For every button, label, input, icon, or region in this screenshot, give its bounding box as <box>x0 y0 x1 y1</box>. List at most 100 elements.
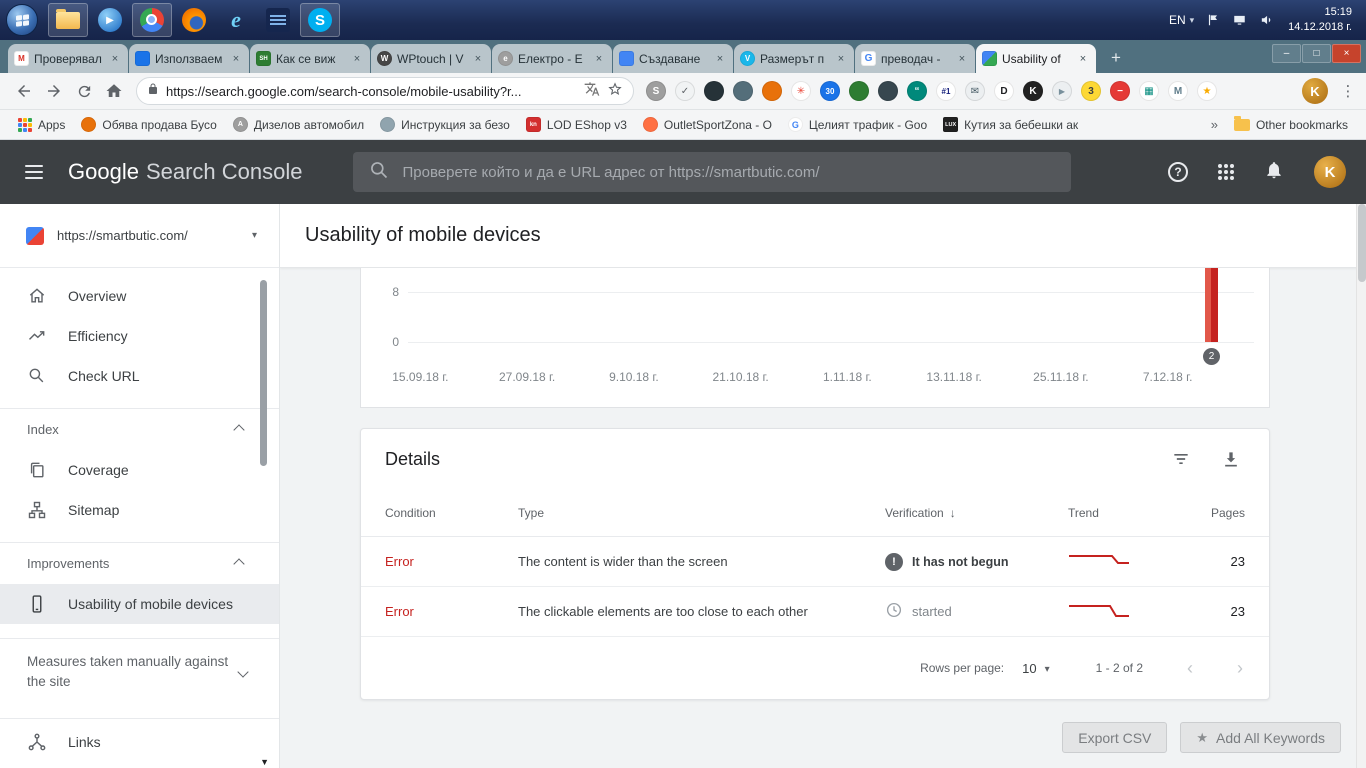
forward-button[interactable] <box>40 77 68 105</box>
tab-close-icon[interactable] <box>108 52 122 66</box>
export-csv-button[interactable]: Export CSV <box>1062 722 1168 753</box>
extension-icon-star[interactable]: ★ <box>1197 81 1217 101</box>
maximize-button[interactable] <box>1302 44 1331 63</box>
taskbar-skype-button[interactable]: S <box>300 3 340 37</box>
extension-icon-stop[interactable]: − <box>1110 81 1130 101</box>
browser-tab-7[interactable]: V Размерът п <box>734 44 854 73</box>
volume-icon[interactable] <box>1259 13 1274 27</box>
add-all-keywords-button[interactable]: Add All Keywords <box>1180 722 1341 753</box>
rows-per-page-value[interactable]: 10 <box>1022 661 1036 676</box>
gsc-account-avatar[interactable]: K <box>1314 156 1346 188</box>
download-icon[interactable] <box>1219 447 1243 471</box>
table-row[interactable]: Error The clickable elements are too clo… <box>361 587 1269 637</box>
gsc-search-box[interactable] <box>352 152 1071 192</box>
language-switcher[interactable]: EN <box>1169 13 1194 27</box>
table-row[interactable]: Error The content is wider than the scre… <box>361 537 1269 587</box>
minimize-button[interactable] <box>1272 44 1301 63</box>
address-bar[interactable]: https://search.google.com/search-console… <box>136 77 634 105</box>
bookmark-item[interactable]: Инструкция за безо <box>372 117 518 132</box>
extension-icon-s[interactable]: S <box>646 81 666 101</box>
tab-close-icon[interactable] <box>713 52 727 66</box>
sidebar-scroll-down-icon[interactable] <box>260 757 269 767</box>
taskbar-ie-button[interactable]: e <box>216 3 256 37</box>
extension-icon-dark-circle[interactable] <box>704 81 724 101</box>
page-scrollbar[interactable] <box>1356 204 1366 768</box>
tab-close-icon[interactable] <box>955 52 969 66</box>
extension-icon-tv[interactable] <box>878 81 898 101</box>
extension-icon-k[interactable]: K <box>1023 81 1043 101</box>
help-icon[interactable] <box>1168 162 1188 182</box>
bookmarks-overflow-icon[interactable] <box>1203 117 1226 132</box>
bookmark-item[interactable]: G Целият трафик - Goo <box>780 117 935 132</box>
page-scrollbar-thumb[interactable] <box>1358 204 1366 282</box>
tab-close-icon[interactable] <box>592 52 606 66</box>
column-header-pages[interactable]: Pages <box>1208 506 1245 520</box>
browser-menu-icon[interactable] <box>1340 82 1356 100</box>
display-icon[interactable] <box>1232 13 1247 27</box>
extension-icon-mail[interactable]: ✉ <box>965 81 985 101</box>
extension-icon-check[interactable]: ✓ <box>675 81 695 101</box>
start-button[interactable] <box>6 4 38 36</box>
sidebar-section-index[interactable]: Index <box>0 408 279 450</box>
browser-tab-wordpress[interactable]: W WPtouch | V <box>371 44 491 73</box>
sidebar-item-check-url[interactable]: Check URL <box>0 356 279 396</box>
column-header-type[interactable]: Type <box>518 506 885 520</box>
bookmark-star-icon[interactable] <box>607 81 623 102</box>
extension-icon-green-dot[interactable] <box>849 81 869 101</box>
browser-tab-google[interactable]: G преводач - <box>855 44 975 73</box>
property-selector[interactable]: https://smartbutic.com/ <box>0 204 279 268</box>
sidebar-item-sitemap[interactable]: Sitemap <box>0 490 279 530</box>
browser-tab-gmail[interactable]: M Проверявал <box>8 44 128 73</box>
sidebar-item-overview[interactable]: Overview <box>0 276 279 316</box>
extension-icon-quote[interactable]: “ <box>907 81 927 101</box>
previous-page-icon[interactable] <box>1187 658 1193 679</box>
error-bar[interactable] <box>1205 268 1218 342</box>
filter-icon[interactable] <box>1169 447 1193 471</box>
tab-close-icon[interactable] <box>834 52 848 66</box>
hamburger-menu-icon[interactable] <box>14 152 54 192</box>
taskbar-remote-app-button[interactable] <box>258 3 298 37</box>
bookmark-item[interactable]: LUX Кутия за бебешки ак <box>935 117 1086 132</box>
extension-icon-asterisk[interactable]: ✳ <box>791 81 811 101</box>
back-button[interactable] <box>10 77 38 105</box>
caret-down-icon[interactable] <box>1045 664 1050 675</box>
taskbar-chrome-button[interactable] <box>132 3 172 37</box>
close-window-button[interactable] <box>1332 44 1361 63</box>
notifications-bell-icon[interactable] <box>1264 160 1284 185</box>
extension-icon-hash-1[interactable]: #1 <box>936 81 956 101</box>
column-header-trend[interactable]: Trend <box>1068 506 1208 520</box>
translate-icon[interactable] <box>584 81 600 102</box>
browser-tab-5[interactable]: e Електро - Е <box>492 44 612 73</box>
bookmark-item[interactable]: A Дизелов автомобил <box>225 117 372 132</box>
sidebar-item-coverage[interactable]: Coverage <box>0 450 279 490</box>
action-center-flag-icon[interactable] <box>1206 13 1220 27</box>
extension-icon-play[interactable]: ▶ <box>1052 81 1072 101</box>
other-bookmarks-button[interactable]: Other bookmarks <box>1226 115 1356 132</box>
reload-button[interactable] <box>70 77 98 105</box>
google-apps-icon[interactable] <box>1218 164 1234 180</box>
browser-tab-3[interactable]: SH Как се виж <box>250 44 370 73</box>
new-tab-button[interactable] <box>1101 45 1131 71</box>
sidebar-item-mobile-usability[interactable]: Usability of mobile devices <box>0 584 279 624</box>
apps-shortcut[interactable]: Apps <box>10 117 73 132</box>
next-page-icon[interactable] <box>1237 658 1243 679</box>
extension-icon-badge-3[interactable]: 3 <box>1081 81 1101 101</box>
browser-tab-6[interactable]: Създаване <box>613 44 733 73</box>
sidebar-scrollbar-thumb[interactable] <box>260 280 267 466</box>
extension-icon-screen[interactable] <box>733 81 753 101</box>
browser-tab-2[interactable]: Използваем <box>129 44 249 73</box>
taskbar-explorer-button[interactable] <box>48 3 88 37</box>
extension-icon-d[interactable]: D <box>994 81 1014 101</box>
bookmark-item[interactable]: Обява продава Бусо <box>73 117 224 132</box>
extension-icon-calendar-30[interactable]: 30 <box>820 81 840 101</box>
tab-close-icon[interactable] <box>350 52 364 66</box>
column-header-verification[interactable]: Verification <box>885 506 1068 520</box>
sidebar-section-improvements[interactable]: Improvements <box>0 542 279 584</box>
taskbar-media-player-button[interactable]: ▶ <box>90 3 130 37</box>
sidebar-item-efficiency[interactable]: Efficiency <box>0 316 279 356</box>
column-header-condition[interactable]: Condition <box>385 506 518 520</box>
bookmark-item[interactable]: OutletSportZona - O <box>635 117 780 132</box>
tab-close-icon[interactable] <box>471 52 485 66</box>
browser-profile-avatar[interactable]: K <box>1302 78 1328 104</box>
gsc-search-input[interactable] <box>402 163 1055 181</box>
